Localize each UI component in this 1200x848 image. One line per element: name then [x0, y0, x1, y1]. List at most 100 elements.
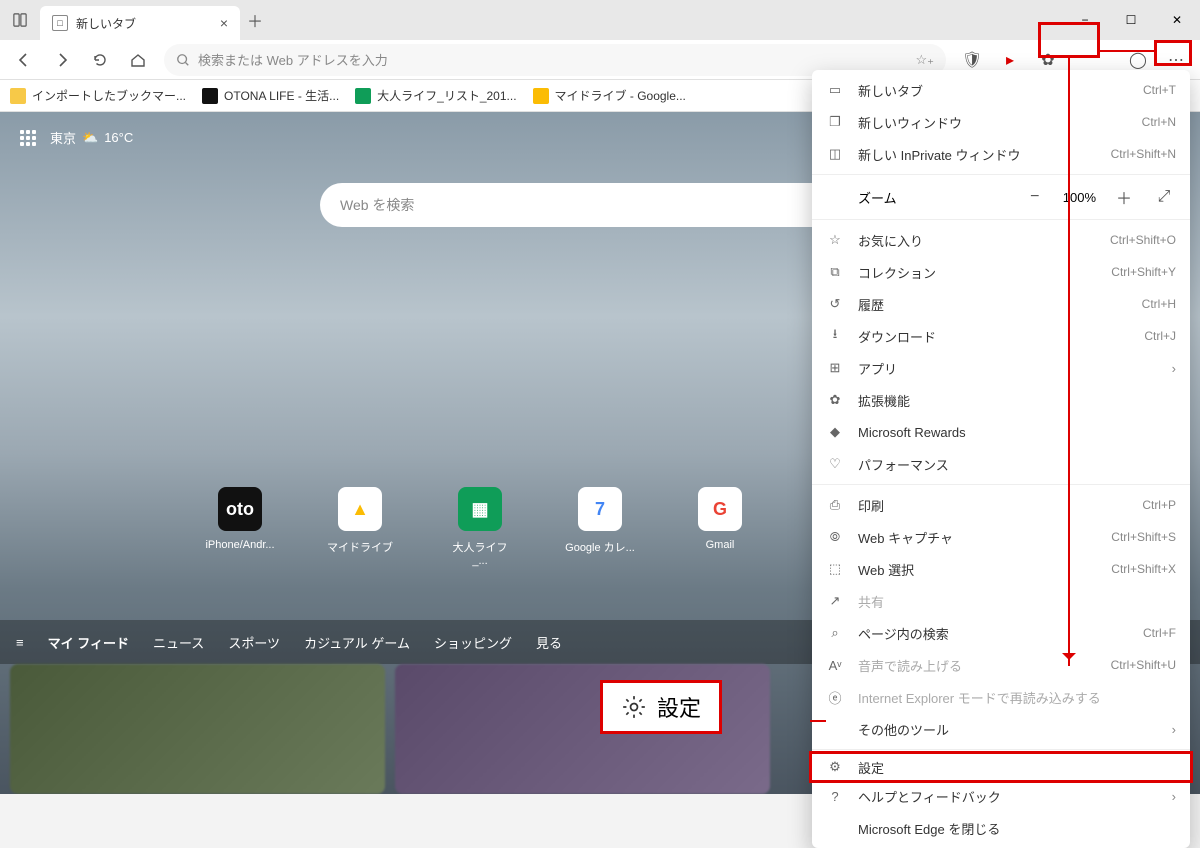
menu-item-share: ↗ 共有	[812, 585, 1190, 617]
menu-item-help[interactable]: ? ヘルプとフィードバック ›	[812, 780, 1190, 812]
quick-link[interactable]: GGmail	[685, 487, 755, 567]
menu-item-shortcut: Ctrl+Shift+X	[1111, 562, 1176, 576]
menu-item-capture[interactable]: ⦾ Web キャプチャ Ctrl+Shift+S	[812, 521, 1190, 553]
menu-item-select[interactable]: ⬚ Web 選択 Ctrl+Shift+X	[812, 553, 1190, 585]
settings-callout: 設定	[600, 680, 722, 734]
menu-item-label: 音声で読み上げる	[858, 656, 1097, 675]
menu-item-gear[interactable]: ⚙ 設定	[809, 751, 1193, 783]
star-icon: ☆	[826, 232, 844, 248]
page-settings-icon[interactable]	[20, 130, 36, 146]
menu-item-collections[interactable]: ⧉ コレクション Ctrl+Shift+Y	[812, 256, 1190, 288]
menu-item-tab[interactable]: ▭ 新しいタブ Ctrl+T	[812, 74, 1190, 106]
feed-tab[interactable]: スポーツ	[228, 633, 280, 652]
annotation-connector	[1098, 50, 1156, 52]
quick-link[interactable]: 7Google カレ...	[565, 487, 635, 567]
weather-icon: ⛅	[82, 130, 98, 146]
address-placeholder: 検索または Web アドレスを入力	[198, 50, 388, 69]
menu-item-label: ページ内の検索	[858, 624, 1129, 643]
quick-link[interactable]: otoiPhone/Andr...	[205, 487, 275, 567]
menu-item-inprivate[interactable]: ◫ 新しい InPrivate ウィンドウ Ctrl+Shift+N	[812, 138, 1190, 170]
tab-close-button[interactable]: ×	[220, 15, 228, 31]
bookmark-label: 大人ライフ_リスト_201...	[377, 87, 516, 104]
fullscreen-button[interactable]: ⤢	[1152, 188, 1176, 206]
menu-item-perf[interactable]: ♡ パフォーマンス	[812, 448, 1190, 480]
tab-actions-button[interactable]	[0, 0, 40, 40]
quick-link-label: マイドライブ	[327, 539, 393, 555]
rewards-icon: ◆	[826, 424, 844, 440]
gear-icon: ⚙	[826, 759, 844, 775]
menu-item-label: 新しいウィンドウ	[858, 113, 1128, 132]
menu-item-apps[interactable]: ⊞ アプリ ›	[812, 352, 1190, 384]
menu-item-label: Web 選択	[858, 560, 1097, 579]
bookmark-favicon-icon	[10, 88, 26, 104]
window-icon: ❐	[826, 114, 844, 130]
read-icon: Aᵛ	[826, 658, 844, 673]
bookmark-item[interactable]: 大人ライフ_リスト_201...	[355, 87, 516, 104]
close-window-button[interactable]: ✕	[1154, 4, 1200, 36]
menu-item-label: アプリ	[858, 359, 1158, 378]
menu-item-label: ダウンロード	[858, 327, 1130, 346]
zoom-label: ズーム	[858, 188, 1009, 207]
bookmark-item[interactable]: OTONA LIFE - 生活...	[202, 87, 339, 104]
weather-widget[interactable]: 東京 ⛅ 16°C	[50, 128, 133, 147]
menu-item-label: その他のツール	[858, 720, 1158, 739]
menu-item-download[interactable]: ⭳ ダウンロード Ctrl+J	[812, 320, 1190, 352]
zoom-out-button[interactable]: −	[1023, 188, 1047, 206]
back-button[interactable]	[6, 44, 42, 76]
reload-button[interactable]	[82, 44, 118, 76]
find-icon: ⌕	[826, 625, 844, 641]
quick-link[interactable]: ▦大人ライフ_...	[445, 487, 515, 567]
zoom-value: 100%	[1063, 190, 1096, 205]
browser-tab[interactable]: □ 新しいタブ ×	[40, 6, 240, 40]
bookmark-item[interactable]: インポートしたブックマー...	[10, 87, 186, 104]
capture-icon: ⦾	[826, 529, 844, 545]
quick-link-icon: G	[698, 487, 742, 531]
bookmark-item[interactable]: マイドライブ - Google...	[533, 87, 686, 104]
hamburger-icon[interactable]: ≡	[16, 635, 24, 650]
feed-tab-active[interactable]: マイ フィード	[48, 633, 129, 652]
menu-item-find[interactable]: ⌕ ページ内の検索 Ctrl+F	[812, 617, 1190, 649]
quick-link-label: 大人ライフ_...	[445, 539, 515, 567]
menu-item-close[interactable]: Microsoft Edge を閉じる	[812, 812, 1190, 844]
menu-item-ext[interactable]: ✿ 拡張機能	[812, 384, 1190, 416]
quick-link-icon: 7	[578, 487, 622, 531]
menu-separator	[812, 174, 1190, 175]
menu-item-shortcut: Ctrl+Shift+U	[1111, 658, 1176, 672]
news-card[interactable]	[10, 664, 385, 794]
feed-tab[interactable]: ニュース	[153, 633, 204, 652]
menu-item-tools[interactable]: その他のツール ›	[812, 713, 1190, 745]
menu-item-shortcut: Ctrl+Shift+S	[1111, 530, 1176, 544]
tab-title: 新しいタブ	[76, 15, 136, 32]
minimize-button[interactable]: −	[1062, 4, 1108, 36]
maximize-button[interactable]: ☐	[1108, 4, 1154, 36]
home-button[interactable]	[120, 44, 156, 76]
quick-link[interactable]: ▲マイドライブ	[325, 487, 395, 567]
menu-item-shortcut: Ctrl+Shift+Y	[1111, 265, 1176, 279]
menu-item-ie: ⓔ Internet Explorer モードで再読み込みする	[812, 681, 1190, 713]
menu-item-star[interactable]: ☆ お気に入り Ctrl+Shift+O	[812, 224, 1190, 256]
feed-tab[interactable]: ショッピング	[434, 633, 512, 652]
menu-item-label: Internet Explorer モードで再読み込みする	[858, 688, 1176, 707]
menu-separator	[812, 219, 1190, 220]
bookmark-label: インポートしたブックマー...	[32, 87, 186, 104]
menu-item-rewards[interactable]: ◆ Microsoft Rewards	[812, 416, 1190, 448]
inprivate-icon: ◫	[826, 146, 844, 162]
feed-tab[interactable]: 見る	[536, 633, 562, 652]
ntp-search-box[interactable]: Web を検索	[320, 183, 880, 227]
menu-item-label: 新しいタブ	[858, 81, 1129, 100]
feed-tab[interactable]: カジュアル ゲーム	[304, 633, 410, 652]
annotation-connector-2	[810, 720, 826, 722]
print-icon: ⎙	[826, 497, 844, 513]
menu-item-shortcut: Ctrl+Shift+O	[1110, 233, 1176, 247]
new-tab-button[interactable]: ＋	[240, 5, 270, 35]
favorite-star-icon[interactable]: ☆₊	[915, 52, 934, 68]
forward-button[interactable]	[44, 44, 80, 76]
menu-item-history[interactable]: ↺ 履歴 Ctrl+H	[812, 288, 1190, 320]
bookmark-label: マイドライブ - Google...	[555, 87, 686, 104]
menu-item-window[interactable]: ❐ 新しいウィンドウ Ctrl+N	[812, 106, 1190, 138]
history-icon: ↺	[826, 296, 844, 312]
zoom-in-button[interactable]: ＋	[1112, 185, 1136, 209]
tab-icon: ▭	[826, 82, 844, 98]
menu-item-print[interactable]: ⎙ 印刷 Ctrl+P	[812, 489, 1190, 521]
menu-separator	[812, 749, 1190, 750]
